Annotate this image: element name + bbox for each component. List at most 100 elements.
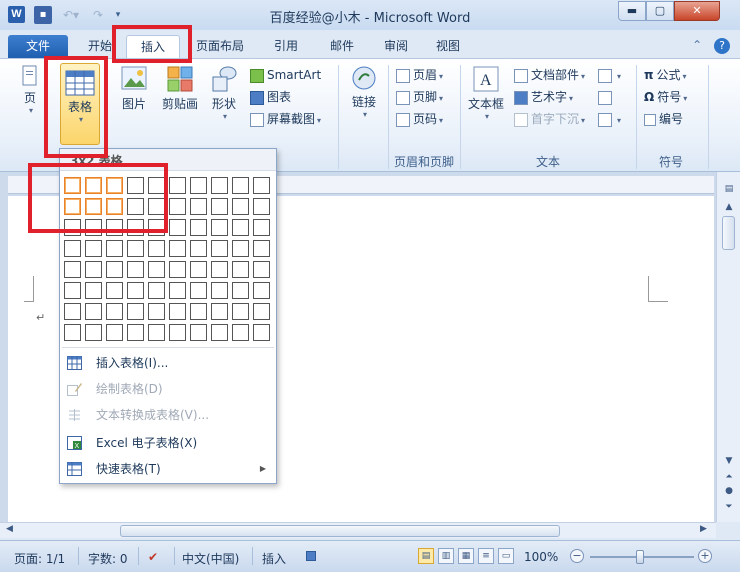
- grid-cell[interactable]: [211, 324, 228, 341]
- grid-cell[interactable]: [148, 198, 165, 215]
- grid-cell[interactable]: [148, 282, 165, 299]
- grid-cell[interactable]: [190, 198, 207, 215]
- horizontal-scrollbar[interactable]: ◀ ▶: [0, 522, 716, 538]
- grid-cell[interactable]: [85, 219, 102, 236]
- grid-cell[interactable]: [148, 177, 165, 194]
- grid-cell[interactable]: [232, 324, 249, 341]
- draft-view-icon[interactable]: ▭: [498, 548, 514, 564]
- tab-file[interactable]: 文件: [8, 35, 68, 58]
- date-time-button[interactable]: [598, 87, 615, 107]
- table-button[interactable]: 表格 ▾: [60, 63, 100, 145]
- grid-cell[interactable]: [127, 324, 144, 341]
- grid-cell[interactable]: [127, 198, 144, 215]
- grid-cell[interactable]: [106, 324, 123, 341]
- grid-cell[interactable]: [253, 261, 270, 278]
- web-layout-icon[interactable]: ▦: [458, 548, 474, 564]
- grid-cell[interactable]: [211, 177, 228, 194]
- vertical-scrollbar[interactable]: ▤ ▲ ▼ ⏶ ● ⏷: [716, 172, 740, 522]
- tab-page-layout[interactable]: 页面布局: [188, 35, 252, 58]
- picture-button[interactable]: 图片: [116, 63, 152, 112]
- select-browse-object-icon[interactable]: ●: [722, 484, 736, 498]
- pages-button[interactable]: 页 ▾: [16, 63, 44, 115]
- horizontal-scroll-thumb[interactable]: [120, 525, 560, 537]
- grid-cell-selected[interactable]: [106, 198, 123, 215]
- full-screen-reading-icon[interactable]: ▥: [438, 548, 454, 564]
- screenshot-button[interactable]: 屏幕截图 ▾: [250, 109, 321, 129]
- quickparts-button[interactable]: 文档部件 ▾: [514, 65, 585, 85]
- outline-view-icon[interactable]: ≡: [478, 548, 494, 564]
- minimize-button[interactable]: ▬: [618, 1, 646, 21]
- number-button[interactable]: 编号: [644, 109, 683, 129]
- grid-cell[interactable]: [232, 219, 249, 236]
- grid-cell[interactable]: [211, 261, 228, 278]
- print-layout-view-icon[interactable]: ▤: [418, 548, 434, 564]
- grid-cell[interactable]: [127, 177, 144, 194]
- language-indicator[interactable]: 中文(中国): [182, 550, 239, 567]
- tab-view[interactable]: 视图: [428, 35, 468, 58]
- scroll-down-icon[interactable]: ▼: [722, 454, 736, 468]
- wordart-button[interactable]: 艺术字 ▾: [514, 87, 573, 107]
- grid-cell[interactable]: [253, 198, 270, 215]
- grid-cell-selected[interactable]: [106, 177, 123, 194]
- grid-cell[interactable]: [148, 219, 165, 236]
- grid-cell[interactable]: [64, 219, 81, 236]
- grid-cell[interactable]: [211, 282, 228, 299]
- grid-cell[interactable]: [127, 261, 144, 278]
- help-icon[interactable]: ?: [714, 38, 730, 54]
- grid-cell[interactable]: [253, 303, 270, 320]
- header-button[interactable]: 页眉 ▾: [396, 65, 443, 85]
- grid-cell[interactable]: [127, 219, 144, 236]
- grid-cell[interactable]: [169, 219, 186, 236]
- grid-cell[interactable]: [127, 303, 144, 320]
- grid-cell[interactable]: [64, 282, 81, 299]
- grid-cell[interactable]: [253, 240, 270, 257]
- grid-cell[interactable]: [211, 240, 228, 257]
- grid-cell-selected[interactable]: [85, 198, 102, 215]
- grid-cell[interactable]: [127, 240, 144, 257]
- grid-cell[interactable]: [148, 303, 165, 320]
- footer-button[interactable]: 页脚 ▾: [396, 87, 443, 107]
- grid-cell[interactable]: [85, 303, 102, 320]
- collapse-ribbon-icon[interactable]: ⌃: [692, 38, 702, 52]
- grid-cell[interactable]: [232, 177, 249, 194]
- grid-cell[interactable]: [253, 282, 270, 299]
- grid-cell[interactable]: [148, 324, 165, 341]
- insert-table-menu-item[interactable]: 插入表格(I)...: [60, 350, 276, 376]
- zoom-slider-thumb[interactable]: [636, 550, 644, 564]
- excel-spreadsheet-menu-item[interactable]: X Excel 电子表格(X): [60, 430, 276, 456]
- grid-cell[interactable]: [106, 219, 123, 236]
- ruler-toggle-icon[interactable]: ▤: [722, 182, 736, 196]
- grid-cell[interactable]: [190, 177, 207, 194]
- grid-cell-selected[interactable]: [85, 177, 102, 194]
- scroll-up-icon[interactable]: ▲: [722, 200, 736, 214]
- grid-cell[interactable]: [169, 198, 186, 215]
- grid-cell[interactable]: [169, 177, 186, 194]
- close-button[interactable]: ✕: [674, 1, 720, 21]
- tab-review[interactable]: 审阅: [376, 35, 416, 58]
- grid-cell[interactable]: [64, 261, 81, 278]
- dropcap-button[interactable]: 首字下沉 ▾: [514, 109, 585, 129]
- grid-cell[interactable]: [106, 261, 123, 278]
- grid-cell[interactable]: [85, 261, 102, 278]
- insert-mode[interactable]: 插入: [262, 550, 286, 567]
- grid-cell[interactable]: [190, 261, 207, 278]
- object-button[interactable]: ▾: [598, 109, 621, 129]
- previous-page-icon[interactable]: ⏶: [722, 470, 736, 484]
- maximize-button[interactable]: ▢: [646, 1, 674, 21]
- grid-cell[interactable]: [85, 240, 102, 257]
- grid-cell[interactable]: [169, 282, 186, 299]
- tab-references[interactable]: 引用: [266, 35, 306, 58]
- grid-cell[interactable]: [211, 303, 228, 320]
- grid-cell[interactable]: [106, 282, 123, 299]
- grid-cell[interactable]: [190, 303, 207, 320]
- grid-cell[interactable]: [232, 240, 249, 257]
- grid-cell[interactable]: [211, 219, 228, 236]
- proofing-icon[interactable]: ✔: [148, 550, 158, 564]
- grid-cell[interactable]: [232, 261, 249, 278]
- tab-mailings[interactable]: 邮件: [322, 35, 362, 58]
- grid-cell[interactable]: [190, 219, 207, 236]
- clipart-button[interactable]: 剪贴画: [158, 63, 202, 112]
- table-size-grid[interactable]: [64, 177, 270, 341]
- signature-line-button[interactable]: ▾: [598, 65, 621, 85]
- grid-cell[interactable]: [232, 198, 249, 215]
